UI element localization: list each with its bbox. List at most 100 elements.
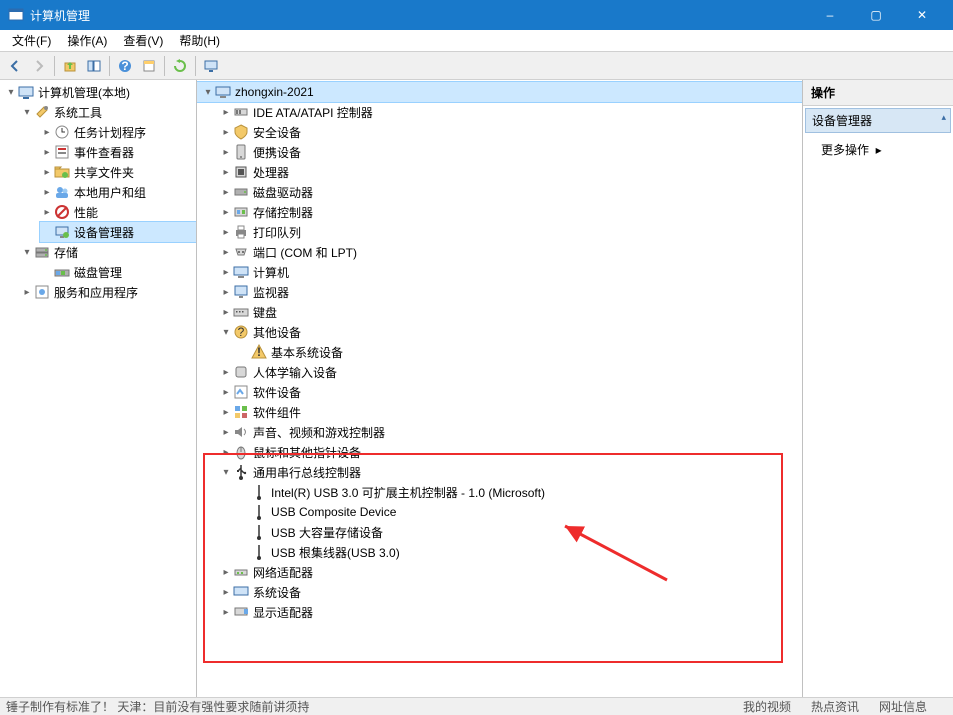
cat-keyboard[interactable]: ▸键盘 [197,302,802,322]
status-r2[interactable]: 热点资讯 [811,698,859,715]
cat-portable[interactable]: ▸便携设备 [197,142,802,162]
tree-storage[interactable]: ▾ 存储 [20,242,196,262]
action-more[interactable]: 更多操作 ▸ [803,135,953,164]
usb-device-icon [251,524,267,540]
software-comp-icon [233,404,249,420]
expand-icon[interactable]: ▸ [219,367,233,378]
device-tree[interactable]: ▾ zhongxin-2021 ▸IDE ATA/ATAPI 控制器 ▸安全设备… [197,80,803,697]
collapse-icon[interactable]: ▾ [4,87,18,98]
expand-icon[interactable]: ▸ [219,387,233,398]
expand-icon[interactable]: ▸ [219,267,233,278]
dev-usb-intel[interactable]: ▸Intel(R) USB 3.0 可扩展主机控制器 - 1.0 (Micros… [197,482,802,502]
forward-button[interactable] [28,55,50,77]
expand-icon[interactable]: ▸ [40,207,54,218]
cat-cpu[interactable]: ▸处理器 [197,162,802,182]
tools-icon [34,104,50,120]
refresh-button[interactable] [169,55,191,77]
cat-display[interactable]: ▸显示适配器 [197,602,802,622]
up-button[interactable] [59,55,81,77]
tree-event-viewer[interactable]: ▸事件查看器 [40,142,196,162]
cat-print[interactable]: ▸打印队列 [197,222,802,242]
expand-icon[interactable]: ▸ [219,307,233,318]
expand-icon[interactable]: ▸ [40,167,54,178]
status-r3[interactable]: 网址信息 [879,698,927,715]
status-r1[interactable]: 我的视频 [743,698,791,715]
tree-system-tools[interactable]: ▾ 系统工具 [20,102,196,122]
expand-icon[interactable]: ▸ [20,287,34,298]
cat-computer[interactable]: ▸计算机 [197,262,802,282]
expand-icon[interactable]: ▸ [219,247,233,258]
tree-services-apps[interactable]: ▸服务和应用程序 [20,282,196,302]
actions-section-header[interactable]: 设备管理器 [805,108,951,133]
cat-other[interactable]: ▾?其他设备 [197,322,802,342]
expand-icon[interactable]: ▸ [219,407,233,418]
tree-root[interactable]: ▾ 计算机管理(本地) [0,82,196,102]
close-button[interactable]: ✕ [899,0,945,30]
tree-device-manager[interactable]: ▸设备管理器 [40,222,196,242]
menu-file[interactable]: 文件(F) [4,30,59,51]
dev-other-base[interactable]: ▸!基本系统设备 [197,342,802,362]
tree-task-scheduler[interactable]: ▸任务计划程序 [40,122,196,142]
collapse-icon[interactable]: ▾ [219,327,233,338]
computer-icon [215,84,231,100]
expand-icon[interactable]: ▸ [219,147,233,158]
expand-icon[interactable]: ▸ [219,127,233,138]
expand-icon[interactable]: ▸ [40,187,54,198]
menu-help[interactable]: 帮助(H) [171,30,228,51]
dev-usb-roothub[interactable]: ▸USB 根集线器(USB 3.0) [197,542,802,562]
expand-icon[interactable]: ▸ [219,427,233,438]
cat-ports[interactable]: ▸端口 (COM 和 LPT) [197,242,802,262]
maximize-button[interactable]: ▢ [853,0,899,30]
dev-usb-mass[interactable]: ▸USB 大容量存储设备 [197,522,802,542]
cat-mouse[interactable]: ▸鼠标和其他指针设备 [197,442,802,462]
ide-icon [233,104,249,120]
expand-icon[interactable]: ▸ [40,127,54,138]
cat-storage-ctrl[interactable]: ▸存储控制器 [197,202,802,222]
expand-icon[interactable]: ▸ [219,227,233,238]
usb-icon [233,464,249,480]
cat-audio[interactable]: ▸声音、视频和游戏控制器 [197,422,802,442]
cat-hid[interactable]: ▸人体学输入设备 [197,362,802,382]
disk-icon [233,184,249,200]
collapse-icon[interactable]: ▾ [201,87,215,98]
show-hide-tree-button[interactable] [83,55,105,77]
cat-security[interactable]: ▸安全设备 [197,122,802,142]
menu-action[interactable]: 操作(A) [59,30,115,51]
help-button[interactable]: ? [114,55,136,77]
device-root[interactable]: ▾ zhongxin-2021 [197,82,802,102]
cat-ide[interactable]: ▸IDE ATA/ATAPI 控制器 [197,102,802,122]
network-icon [233,564,249,580]
cat-diskdrive[interactable]: ▸磁盘驱动器 [197,182,802,202]
expand-icon[interactable]: ▸ [219,607,233,618]
tree-disk-mgmt[interactable]: ▸磁盘管理 [40,262,196,282]
collapse-icon[interactable]: ▾ [20,107,34,118]
expand-icon[interactable]: ▸ [40,147,54,158]
app-icon [8,7,24,23]
tree-shared-folders[interactable]: ▸共享文件夹 [40,162,196,182]
collapse-icon[interactable]: ▾ [219,467,233,478]
tree-performance[interactable]: ▸性能 [40,202,196,222]
cat-monitor[interactable]: ▸监视器 [197,282,802,302]
expand-icon[interactable]: ▸ [219,187,233,198]
console-tree[interactable]: ▾ 计算机管理(本地) ▾ 系统工具 ▸任务计划程序 ▸事件查看器 [0,80,197,697]
expand-icon[interactable]: ▸ [219,447,233,458]
cat-software-dev[interactable]: ▸软件设备 [197,382,802,402]
cat-system-dev[interactable]: ▸系统设备 [197,582,802,602]
expand-icon[interactable]: ▸ [219,167,233,178]
expand-icon[interactable]: ▸ [219,207,233,218]
cat-network[interactable]: ▸网络适配器 [197,562,802,582]
expand-icon[interactable]: ▸ [219,587,233,598]
collapse-icon[interactable]: ▾ [20,247,34,258]
cat-software-comp[interactable]: ▸软件组件 [197,402,802,422]
minimize-button[interactable]: – [807,0,853,30]
properties-button[interactable] [138,55,160,77]
monitor-button[interactable] [200,55,222,77]
expand-icon[interactable]: ▸ [219,287,233,298]
menu-view[interactable]: 查看(V) [115,30,171,51]
back-button[interactable] [4,55,26,77]
expand-icon[interactable]: ▸ [219,567,233,578]
expand-icon[interactable]: ▸ [219,107,233,118]
tree-local-users[interactable]: ▸本地用户和组 [40,182,196,202]
dev-usb-composite[interactable]: ▸USB Composite Device [197,502,802,522]
cat-usb[interactable]: ▾通用串行总线控制器 [197,462,802,482]
